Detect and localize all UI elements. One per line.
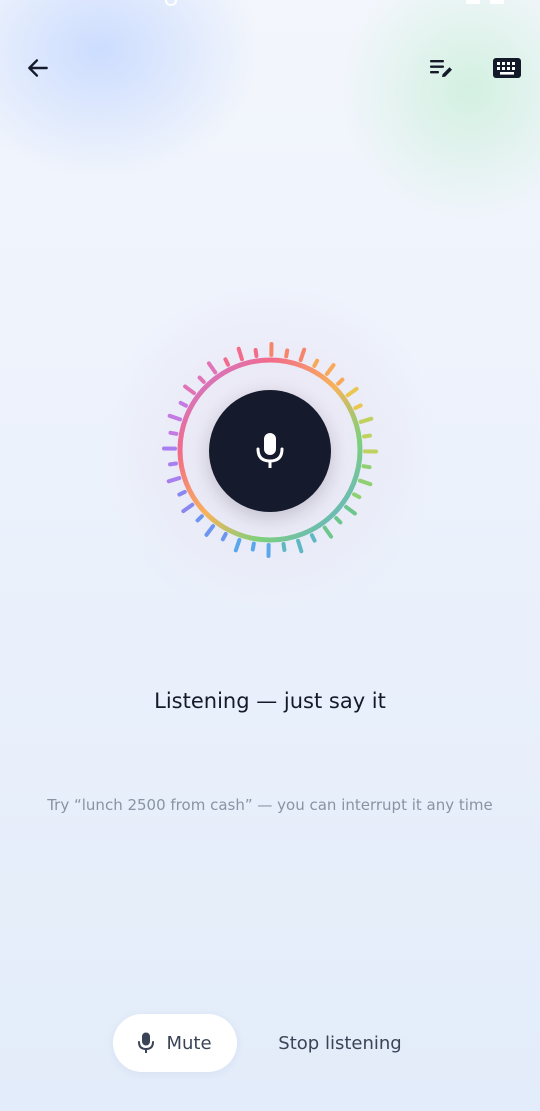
ring-tick [336, 377, 345, 386]
signal-icon [466, 0, 480, 4]
voice-hint: Try “lunch 2500 from cash” — you can int… [47, 796, 493, 814]
ring-tick [253, 348, 259, 358]
ring-tick [177, 489, 187, 497]
ring-tick [298, 347, 307, 363]
ring-tick [358, 416, 374, 424]
stop-listening-button[interactable]: Stop listening [264, 1014, 416, 1072]
ring-tick [178, 400, 188, 408]
ring-tick [324, 363, 336, 376]
ring-tick [195, 514, 204, 523]
ring-tick [181, 502, 195, 514]
ring-tick [284, 348, 290, 359]
microphone-icon [138, 1032, 155, 1053]
edit-list-icon [430, 60, 452, 77]
ring-tick [281, 542, 287, 552]
ring-tick [168, 461, 178, 467]
ring-tick [312, 358, 320, 368]
ring-tick [344, 504, 357, 516]
ring-tick [352, 492, 362, 500]
ring-tick [183, 384, 196, 396]
mute-button[interactable]: Mute [113, 1014, 237, 1072]
ring-tick [296, 538, 304, 554]
keyboard-button[interactable] [487, 48, 527, 88]
ring-tick [197, 375, 206, 384]
ring-tick [223, 357, 231, 367]
ring-tick [204, 524, 216, 537]
microphone-icon [256, 433, 284, 468]
edit-transcript-button[interactable] [421, 48, 461, 88]
status-time [92, 0, 122, 6]
ring-tick [233, 537, 242, 553]
ring-tick [167, 413, 183, 422]
ring-tick [309, 533, 317, 543]
arrow-left-icon [28, 59, 48, 77]
ring-tick [206, 361, 218, 375]
ring-tick [236, 346, 244, 362]
ring-tick [353, 403, 363, 411]
ring-tick [357, 478, 373, 487]
ring-tick [250, 541, 256, 552]
back-button[interactable] [18, 48, 58, 88]
battery-icon [490, 0, 504, 4]
status-icon [165, 0, 177, 6]
ring-tick [361, 464, 372, 470]
ring-tick [220, 532, 228, 542]
status-bar [0, 0, 540, 10]
listening-status: Listening — just say it [154, 689, 386, 713]
keyboard-icon [493, 58, 521, 78]
ring-tick [322, 525, 334, 539]
ring-tick [166, 476, 182, 484]
ring-tick [362, 433, 372, 439]
mute-label: Mute [166, 1032, 212, 1054]
ring-tick [334, 516, 343, 525]
ring-tick [345, 386, 359, 398]
microphone-button[interactable] [209, 390, 331, 512]
ring-tick [168, 430, 179, 436]
